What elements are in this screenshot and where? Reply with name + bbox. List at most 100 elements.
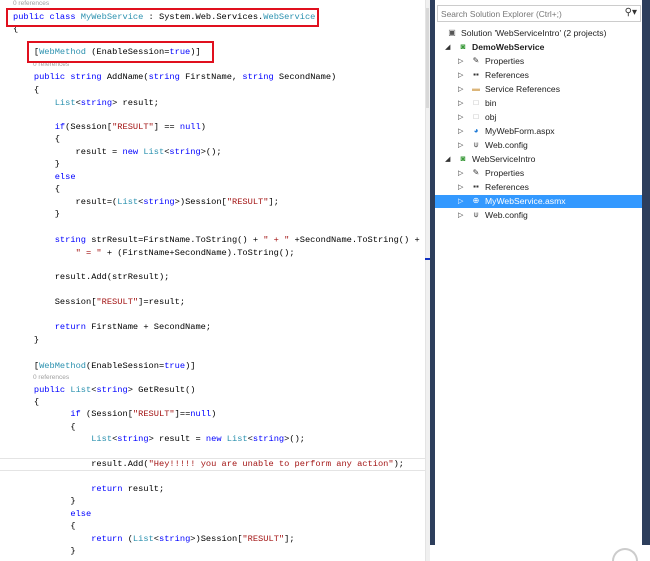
code-line: { — [13, 520, 76, 532]
code-line: { — [13, 421, 76, 433]
highlight-box-class — [6, 8, 319, 27]
tree-item[interactable]: ▣ Solution 'WebServiceIntro' (2 projects) — [435, 27, 642, 40]
tree-item-label: bin — [485, 98, 497, 108]
code-token: if — [13, 122, 66, 132]
code-token: result = — [13, 147, 123, 157]
code-token: string — [143, 197, 175, 207]
code-line: return (List<string>)Session["RESULT"]; — [13, 533, 295, 545]
code-token: "RESULT" — [242, 534, 285, 544]
code-token: { — [13, 134, 60, 144]
expand-arrow-icon[interactable]: ▷ — [458, 55, 463, 68]
tree-item[interactable]: ▷ □ bin — [435, 97, 642, 110]
code-token: } — [13, 546, 76, 556]
tree-item[interactable]: ▷ ✎ Properties — [435, 55, 642, 68]
tree-item[interactable]: ▷ ▬ Service References — [435, 83, 642, 96]
web-form-icon: ◕ — [473, 126, 479, 135]
tree-item-label: obj — [485, 112, 497, 122]
tree-item[interactable]: ▷ ▪▪ References — [435, 181, 642, 194]
code-token: >)Session[ — [174, 197, 227, 207]
code-line: if (Session["RESULT"]==null) — [13, 408, 216, 420]
tree-item[interactable]: ◢ ◙ WebServiceIntro — [435, 153, 642, 166]
code-token: null — [190, 409, 212, 419]
code-line: } — [13, 158, 60, 170]
tree-item-label: Web.config — [485, 210, 528, 220]
code-token: result.Add(strResult); — [13, 272, 170, 282]
expand-arrow-icon[interactable]: ▷ — [458, 167, 463, 180]
expand-arrow-icon[interactable]: ▷ — [458, 111, 463, 124]
tree-item[interactable]: ▷ ⍦ Web.config — [435, 139, 642, 152]
expand-arrow-icon[interactable]: ▷ — [458, 209, 463, 222]
editor-scroll-thumb[interactable] — [426, 8, 429, 108]
tree-item-label: Solution 'WebServiceIntro' (2 projects) — [461, 28, 607, 38]
tree-item-label: DemoWebService — [472, 42, 545, 52]
code-token: ) — [200, 122, 206, 132]
code-line: result = new List<string>(); — [13, 146, 222, 158]
code-token: { — [13, 422, 76, 432]
code-token: ]; — [284, 534, 295, 544]
code-line: { — [13, 133, 60, 145]
expand-arrow-icon[interactable]: ▷ — [458, 181, 463, 194]
expand-arrow-icon[interactable]: ▷ — [458, 97, 463, 110]
code-token: true — [164, 361, 186, 371]
code-line: List<string> result = new List<string>()… — [13, 433, 305, 445]
code-token: List — [132, 534, 154, 544]
code-token: else — [13, 172, 76, 182]
code-token: " = " — [75, 248, 102, 258]
folder-outline-icon: □ — [473, 112, 479, 121]
code-token: return — [13, 534, 128, 544]
code-line: else — [13, 171, 76, 183]
code-line: " = " + (FirstName+SecondName).ToString(… — [13, 247, 295, 259]
codelens-references[interactable]: 0 references — [33, 374, 69, 382]
code-token: ]=result; — [138, 297, 186, 307]
tree-item-label: MyWebForm.aspx — [485, 126, 555, 136]
search-solution-explorer-input[interactable]: Search Solution Explorer (Ctrl+;) ⚲▾ — [437, 5, 641, 22]
expand-arrow-icon[interactable]: ▷ — [458, 69, 463, 82]
expand-arrow-icon[interactable]: ▷ — [458, 139, 463, 152]
config-icon: ⍦ — [473, 140, 479, 149]
code-token: FirstName, — [185, 72, 243, 82]
code-token: { — [13, 521, 76, 531]
tree-item-label: MyWebService.asmx — [485, 196, 566, 206]
code-token: } — [13, 335, 40, 345]
expand-arrow-icon[interactable]: ▷ — [458, 195, 463, 208]
code-line: public string AddName(string FirstName, … — [13, 71, 336, 83]
expand-arrow-icon[interactable]: ▷ — [458, 125, 463, 138]
code-token: string — [252, 434, 285, 444]
code-token: public string — [13, 72, 107, 82]
code-token: +SecondName.ToString() + — [289, 235, 420, 245]
code-token: string — [242, 72, 279, 82]
collapse-arrow-icon[interactable]: ◢ — [445, 153, 450, 166]
code-editor[interactable]: public class MyWebService : System.Web.S… — [0, 0, 425, 561]
tree-item[interactable]: ◢ ◙ DemoWebService — [435, 41, 642, 54]
search-icon[interactable]: ⚲▾ — [625, 7, 637, 18]
tree-item[interactable]: ▷ ✎ Properties — [435, 167, 642, 180]
code-token: return — [13, 322, 92, 332]
tree-item-label: WebServiceIntro — [472, 154, 536, 164]
collapse-arrow-icon[interactable]: ◢ — [445, 41, 450, 54]
expand-arrow-icon[interactable]: ▷ — [458, 83, 463, 96]
code-token: >(); — [284, 434, 305, 444]
tree-item[interactable]: ▷ ⍦ Web.config — [435, 209, 642, 222]
tree-item[interactable]: ▷ □ obj — [435, 111, 642, 124]
code-token: >(); — [200, 147, 222, 157]
code-token: List — [117, 197, 139, 207]
code-token: string — [13, 235, 92, 245]
code-token: "RESULT" — [226, 197, 269, 207]
code-token: AddName( — [106, 72, 149, 82]
tree-item-label: Web.config — [485, 140, 528, 150]
code-line: } — [13, 208, 60, 220]
codelens-references[interactable]: 0 references — [13, 0, 49, 8]
code-line: } — [13, 334, 39, 346]
folder-outline-icon: □ — [473, 98, 479, 107]
config-icon: ⍦ — [473, 210, 479, 219]
code-token: string — [117, 434, 149, 444]
tree-item[interactable]: ▷ ◕ MyWebForm.aspx — [435, 125, 642, 138]
tree-item[interactable]: ▷ ⊕ MyWebService.asmx — [435, 195, 642, 208]
tree-item[interactable]: ▷ ▪▪ References — [435, 69, 642, 82]
code-token: + (FirstName+SecondName).ToString(); — [101, 248, 295, 258]
code-line: [WebMethod(EnableSession=true)] — [13, 360, 196, 372]
tree-item-label: Service References — [485, 84, 560, 94]
code-token: } — [13, 496, 76, 506]
code-token: string — [148, 72, 186, 82]
code-token: (Session[ — [86, 409, 133, 419]
